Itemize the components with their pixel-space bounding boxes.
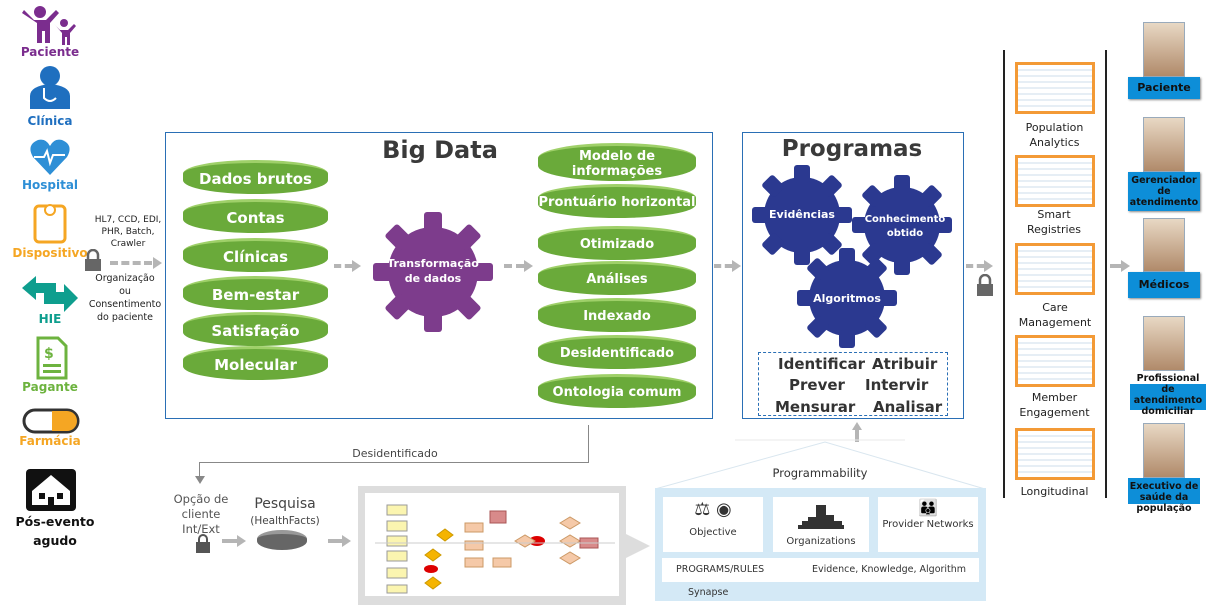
model-item: Otimizado: [538, 226, 696, 260]
verb: Mensurar: [775, 398, 856, 416]
house-icon: [26, 469, 76, 511]
arrow: [1121, 260, 1130, 272]
verb: Analisar: [873, 398, 943, 416]
verb: Atribuir: [872, 355, 938, 373]
app-label: Care Management: [1018, 301, 1092, 329]
raw-item: Satisfação: [183, 312, 328, 346]
app-label: Population Analytics: [1025, 121, 1084, 149]
app-label: Smart Registries: [1026, 208, 1082, 236]
raw-item: Molecular: [183, 346, 328, 380]
lock-icon: [977, 274, 993, 296]
provider-networks-cell: 👪 Provider Networks: [878, 497, 978, 552]
scale-device-icon: [33, 204, 67, 244]
exchange-arrows-icon: [22, 276, 78, 312]
model-item: Análises: [538, 261, 696, 295]
raw-item: Clínicas: [183, 238, 328, 272]
big-data-title: Big Data: [382, 136, 498, 164]
app-screenshot: [1015, 155, 1095, 207]
client-option-label: Opção de cliente Int/Ext: [173, 492, 229, 536]
source-pagante: Pagante: [22, 380, 78, 394]
workflow-diagram-image: [365, 493, 619, 596]
source-hospital: Hospital: [21, 178, 79, 192]
raw-item: Bem-estar: [183, 276, 328, 310]
arrow: [237, 535, 246, 547]
app-screenshot: [1015, 62, 1095, 114]
verb: Identificar: [778, 355, 866, 373]
lock-icon: [196, 534, 210, 553]
organizations-label: Organizations: [786, 536, 856, 547]
deidentified-label: Desidentificado: [352, 447, 438, 460]
role-photo: [1143, 22, 1185, 77]
scales-icon: ⚖ ◉: [694, 499, 732, 520]
model-item: Modelo de informações: [538, 143, 696, 181]
research-sub: (HealthFacts): [250, 515, 320, 527]
lock-icon: [85, 249, 101, 271]
role-label: Profissional de atendimento domiciliar: [1130, 370, 1206, 420]
programmability-roof: [655, 439, 986, 490]
role-photo: [1143, 423, 1185, 478]
raw-item: Contas: [183, 199, 328, 233]
role-label: Paciente: [1128, 77, 1200, 99]
doctor-icon: [30, 66, 70, 109]
ingest-formats: HL7, CCD, EDI, PHR, Batch, Crawler: [94, 215, 162, 249]
source-pos-evento: Pós-evento agudo: [15, 514, 95, 548]
heart-pulse-icon: [30, 139, 70, 175]
transform-label: Transformação de dados: [387, 257, 479, 285]
model-item: Desidentificado: [538, 335, 696, 369]
app-screenshot: [1015, 335, 1095, 387]
gears-icon: [742, 160, 964, 360]
role-photo: [1143, 117, 1185, 172]
ingest-arrow: [110, 261, 152, 265]
role-label: Gerenciador de atendimento: [1128, 172, 1200, 211]
pill-icon: [22, 408, 80, 434]
source-paciente: Paciente: [20, 45, 80, 59]
source-hie: HIE: [38, 312, 62, 326]
verb: Prever: [789, 376, 845, 394]
source-clinica: Clínica: [27, 114, 73, 128]
source-farmacia: Farmácia: [19, 434, 81, 448]
provider-label: Provider Networks: [882, 519, 974, 530]
role-photo: [1143, 218, 1185, 272]
arrow: [984, 260, 993, 272]
ek-label: Evidence, Knowledge, Algorithm: [812, 564, 967, 575]
objective-cell: ⚖ ◉ Objective: [663, 497, 763, 552]
app-screenshot: [1015, 243, 1095, 295]
provider-people-icon: 👪: [918, 498, 938, 517]
model-item: Prontuário horizontal: [538, 184, 696, 218]
programmability-title: Programmability: [772, 466, 868, 480]
model-item: Indexado: [538, 298, 696, 332]
raw-item: Dados brutos: [183, 160, 328, 194]
objective-label: Objective: [689, 527, 737, 538]
verb: Intervir: [865, 376, 929, 394]
deidentified-connector: [200, 462, 589, 463]
synapse-label: Synapse: [688, 587, 729, 598]
research-label: Pesquisa: [254, 496, 316, 512]
app-screenshot: [1015, 428, 1095, 480]
app-label: Longitudinal: [1020, 485, 1089, 498]
programs-rules-label: PROGRAMS/RULES: [676, 564, 765, 575]
role-label: Médicos: [1128, 272, 1200, 298]
model-item: Ontologia comum: [538, 374, 696, 408]
gear-evidencias: Evidências: [769, 208, 835, 221]
buildings-icon: [798, 505, 844, 529]
app-label: Member Engagement: [1019, 391, 1090, 419]
role-label: Executivo de saúde da população: [1128, 478, 1200, 517]
gear-conhecimento: Conhecimento obtido: [864, 214, 946, 239]
role-photo: [1143, 316, 1185, 371]
arrow: [732, 260, 741, 272]
programs-title: Programas: [781, 136, 923, 162]
svg-text:$: $: [44, 346, 54, 362]
family-icon: [22, 6, 76, 45]
consent-text: Organização ou Consentimento do paciente: [88, 273, 162, 323]
invoice-dollar-icon: $: [36, 336, 68, 380]
database-icon: [257, 530, 307, 550]
arrow: [352, 260, 361, 272]
arrow: [342, 535, 351, 547]
workflow-diagram-frame: [358, 486, 626, 605]
organizations-cell: Organizations: [773, 497, 869, 552]
arrow: [524, 260, 533, 272]
gear-algoritmos: Algoritmos: [813, 292, 881, 305]
